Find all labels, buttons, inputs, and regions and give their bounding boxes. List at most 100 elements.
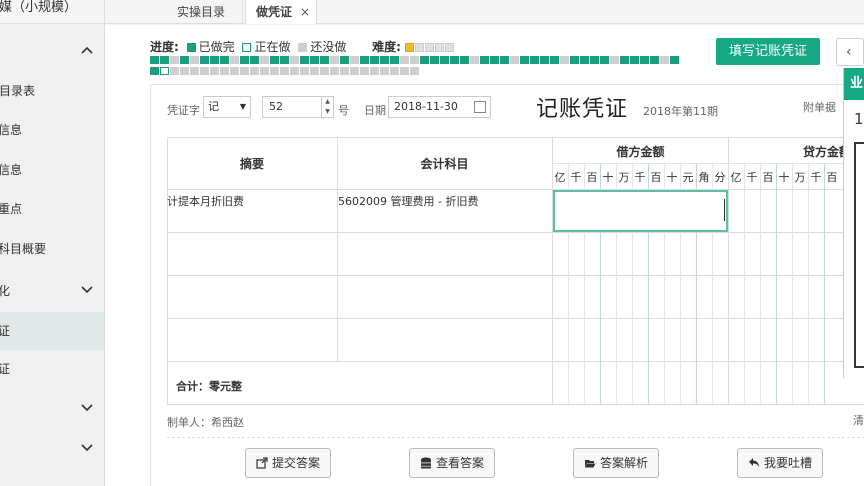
progress-cell[interactable] <box>580 56 589 64</box>
sidebar-item-account-overview[interactable]: 科目概要 <box>0 230 104 268</box>
progress-cell[interactable] <box>380 67 389 75</box>
progress-cell[interactable] <box>350 67 359 75</box>
voucher-type-select[interactable]: 记 ▼ <box>203 96 251 118</box>
progress-cell[interactable] <box>200 67 209 75</box>
progress-cell[interactable] <box>370 67 379 75</box>
sidebar-item-info-2[interactable]: 信息 <box>0 151 104 189</box>
sidebar-item-voucher-active[interactable]: 证 <box>0 312 104 350</box>
progress-cell[interactable] <box>430 56 439 64</box>
progress-cell[interactable] <box>500 56 509 64</box>
progress-cell[interactable] <box>630 56 639 64</box>
progress-cell[interactable] <box>320 56 329 64</box>
progress-cell[interactable] <box>240 56 249 64</box>
progress-cell[interactable] <box>400 67 409 75</box>
debit-amount-input[interactable] <box>553 190 728 232</box>
progress-cell[interactable] <box>160 56 169 64</box>
view-answer-button[interactable]: 查看答案 <box>409 448 495 478</box>
progress-cell[interactable] <box>320 67 329 75</box>
progress-cell[interactable] <box>540 56 549 64</box>
progress-cell[interactable] <box>260 56 269 64</box>
progress-cell[interactable] <box>550 56 559 64</box>
sidebar-item-group-3[interactable] <box>0 430 104 468</box>
progress-cell[interactable] <box>470 56 479 64</box>
sidebar-item-key-points[interactable]: 重点 <box>0 190 104 228</box>
progress-cell[interactable] <box>180 67 189 75</box>
collapse-panel-button[interactable]: ‹ <box>836 38 864 66</box>
progress-cell[interactable] <box>230 56 239 64</box>
progress-cell[interactable] <box>510 56 519 64</box>
progress-cell[interactable] <box>330 56 339 64</box>
progress-cell[interactable] <box>310 67 319 75</box>
progress-cell[interactable] <box>210 67 219 75</box>
tab-make-voucher[interactable]: 做凭证 × <box>245 0 317 24</box>
progress-cell[interactable] <box>310 56 319 64</box>
submit-answer-button[interactable]: 提交答案 <box>245 448 331 478</box>
progress-cell[interactable] <box>360 67 369 75</box>
progress-cell[interactable] <box>300 67 309 75</box>
progress-cell[interactable] <box>670 56 679 64</box>
progress-cell[interactable] <box>590 56 599 64</box>
progress-cell[interactable] <box>660 56 669 64</box>
progress-cell[interactable] <box>610 56 619 64</box>
sidebar-item-voucher-2[interactable]: 证 <box>0 350 104 388</box>
sidebar-item-info-1[interactable]: 信息 <box>0 111 104 149</box>
progress-cell[interactable] <box>220 56 229 64</box>
progress-cell[interactable] <box>160 67 169 75</box>
progress-cell[interactable] <box>530 56 539 64</box>
progress-cell[interactable] <box>370 56 379 64</box>
progress-cell[interactable] <box>240 67 249 75</box>
sidebar-item-group-1[interactable]: 化 <box>0 272 104 310</box>
row-1-summary[interactable]: 计提本月折旧费 <box>167 193 244 209</box>
number-stepper[interactable]: ▲ ▼ <box>321 97 333 117</box>
progress-cell[interactable] <box>150 67 159 75</box>
progress-cell[interactable] <box>150 56 159 64</box>
progress-cell[interactable] <box>170 56 179 64</box>
progress-cell[interactable] <box>340 56 349 64</box>
progress-cell[interactable] <box>190 56 199 64</box>
progress-cell[interactable] <box>250 56 259 64</box>
progress-cell[interactable] <box>390 56 399 64</box>
progress-cell[interactable] <box>650 56 659 64</box>
progress-cell[interactable] <box>260 67 269 75</box>
business-panel-header[interactable]: 业 <box>844 68 864 100</box>
progress-cell[interactable] <box>440 56 449 64</box>
progress-cell[interactable] <box>250 67 259 75</box>
progress-cell[interactable] <box>480 56 489 64</box>
progress-cell[interactable] <box>450 56 459 64</box>
sidebar-item-catalog[interactable]: 目录表 <box>0 72 104 110</box>
progress-cell[interactable] <box>490 56 499 64</box>
progress-cell[interactable] <box>640 56 649 64</box>
progress-cell[interactable] <box>350 56 359 64</box>
calendar-icon[interactable] <box>474 101 486 113</box>
progress-cell[interactable] <box>280 56 289 64</box>
progress-cell[interactable] <box>460 56 469 64</box>
progress-cell[interactable] <box>600 56 609 64</box>
progress-cell[interactable] <box>340 67 349 75</box>
progress-cell[interactable] <box>330 67 339 75</box>
progress-cell[interactable] <box>300 56 309 64</box>
progress-cell[interactable] <box>190 67 199 75</box>
progress-cell[interactable] <box>230 67 239 75</box>
close-icon[interactable]: × <box>300 0 310 24</box>
progress-cell[interactable] <box>360 56 369 64</box>
progress-cell[interactable] <box>170 67 179 75</box>
sidebar-item-group-2[interactable] <box>0 390 104 428</box>
progress-cell[interactable] <box>270 56 279 64</box>
clear-label-cut[interactable]: 清 <box>853 412 864 428</box>
progress-cell[interactable] <box>390 67 399 75</box>
progress-cell[interactable] <box>290 67 299 75</box>
date-input[interactable]: 2018-11-30 <box>388 96 491 118</box>
feedback-button[interactable]: 我要吐槽 <box>737 448 823 478</box>
progress-cell[interactable] <box>180 56 189 64</box>
progress-cell[interactable] <box>520 56 529 64</box>
progress-cell[interactable] <box>380 56 389 64</box>
progress-cell[interactable] <box>410 56 419 64</box>
progress-cell[interactable] <box>410 67 419 75</box>
fill-voucher-button[interactable]: 填写记账凭证 <box>716 38 820 65</box>
progress-cell[interactable] <box>560 56 569 64</box>
tab-catalog[interactable]: 实操目录表 <box>167 0 243 43</box>
progress-cell[interactable] <box>210 56 219 64</box>
progress-cell[interactable] <box>570 56 579 64</box>
row-1-account[interactable]: 5602009 管理费用 - 折旧费 <box>338 193 478 209</box>
progress-cell[interactable] <box>620 56 629 64</box>
